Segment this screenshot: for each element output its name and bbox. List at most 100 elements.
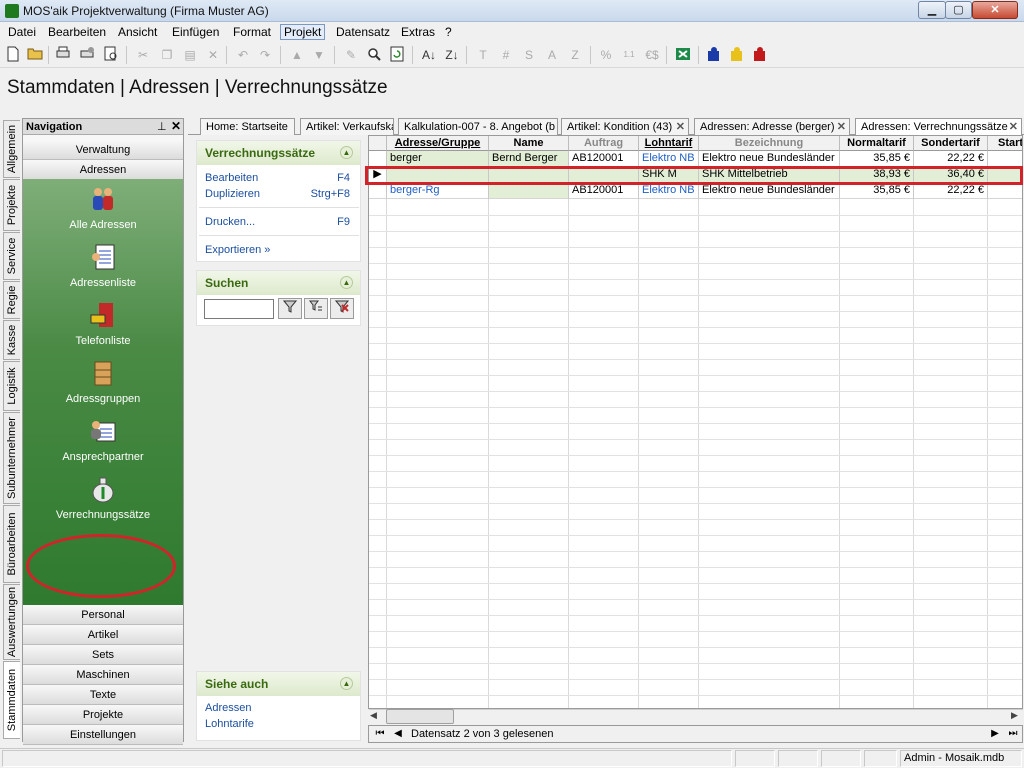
refresh-icon[interactable]: [388, 46, 406, 64]
menu-einfuegen[interactable]: Einfügen: [169, 24, 222, 40]
puzzle-blue-icon[interactable]: [705, 46, 723, 64]
redo-icon[interactable]: ↷: [256, 46, 274, 64]
nav-item-ansprechpartner[interactable]: Ansprechpartner: [23, 415, 183, 473]
filter-list-icon[interactable]: [304, 298, 328, 319]
tab-verrechnungssaetze[interactable]: Adressen: Verrechnungssätze ✕: [855, 118, 1022, 136]
column-header-auftrag[interactable]: Auftrag: [569, 136, 639, 151]
copy-icon[interactable]: ❐: [158, 46, 176, 64]
nav-group-verwaltung[interactable]: Verwaltung: [23, 140, 183, 160]
pin-icon[interactable]: ⊥: [157, 120, 167, 133]
cell-start[interactable]: [988, 151, 1022, 167]
hash-icon[interactable]: #: [497, 46, 515, 64]
side-tab-service[interactable]: Service: [3, 232, 20, 280]
delete-icon[interactable]: ✕: [204, 46, 222, 64]
horizontal-scrollbar[interactable]: [369, 709, 1023, 725]
cell-adresse[interactable]: berger-Rg: [387, 183, 489, 199]
cell-name[interactable]: [489, 183, 569, 199]
search-input[interactable]: [204, 299, 274, 319]
menu-extras[interactable]: Extras: [398, 24, 438, 40]
paste-icon[interactable]: ▤: [181, 46, 199, 64]
nav-group-projekte[interactable]: Projekte: [23, 705, 183, 725]
row-header[interactable]: [369, 183, 387, 199]
close-tab-icon[interactable]: ✕: [1009, 119, 1018, 135]
column-header-normaltarif[interactable]: Normaltarif: [840, 136, 914, 151]
percent-icon[interactable]: %: [597, 46, 615, 64]
nav-group-einstellungen[interactable]: Einstellungen: [23, 725, 183, 745]
tab-adressen-adresse[interactable]: Adressen: Adresse (berger) ✕: [694, 118, 850, 135]
nav-item-telefonliste[interactable]: Telefonliste: [23, 299, 183, 357]
nav-group-sets[interactable]: Sets: [23, 645, 183, 665]
collapse-icon[interactable]: ▲: [340, 677, 353, 690]
cell-lohntarif[interactable]: Elektro NB: [639, 183, 699, 199]
next-record-icon[interactable]: ▶: [987, 726, 1003, 742]
arrow-up-icon[interactable]: ▲: [288, 46, 306, 64]
tab-kalkulation[interactable]: Kalkulation-007 - 8. Angebot (b: [398, 118, 558, 135]
currency-icon[interactable]: €$: [643, 46, 661, 64]
cell-bezeichnung[interactable]: Elektro neue Bundesländer: [699, 183, 840, 199]
column-header-adresse[interactable]: Adresse/Gruppe: [387, 136, 489, 151]
cell-auftrag[interactable]: AB120001: [569, 151, 639, 167]
close-button[interactable]: ✕: [972, 1, 1018, 19]
menu-datensatz[interactable]: Datensatz: [333, 24, 393, 40]
close-panel-icon[interactable]: ✕: [171, 119, 181, 133]
clear-filter-icon[interactable]: [330, 298, 354, 319]
minimize-button[interactable]: ▁: [918, 1, 946, 19]
print-icon[interactable]: [54, 46, 72, 64]
column-header-sondertarif[interactable]: Sondertarif: [914, 136, 988, 151]
nav-group-maschinen[interactable]: Maschinen: [23, 665, 183, 685]
column-header-bezeichnung[interactable]: Bezeichnung: [699, 136, 840, 151]
first-record-icon[interactable]: ⏮: [372, 726, 388, 742]
menu-help[interactable]: ?: [442, 24, 455, 40]
column-header-name[interactable]: Name: [489, 136, 569, 151]
adressen-link[interactable]: Adressen: [205, 702, 251, 714]
side-tab-subunternehmer[interactable]: Subunternehmer: [3, 412, 20, 504]
column-header-start[interactable]: Start: [988, 136, 1022, 151]
print-setup-icon[interactable]: [78, 46, 96, 64]
puzzle-red-icon[interactable]: [751, 46, 769, 64]
cell-normaltarif[interactable]: 35,85 €: [840, 183, 914, 199]
nav-item-adressgruppen[interactable]: Adressgruppen: [23, 357, 183, 415]
arrow-down-icon[interactable]: ▼: [310, 46, 328, 64]
new-icon[interactable]: [4, 46, 22, 64]
maximize-button[interactable]: ▢: [945, 1, 972, 19]
drucken-link[interactable]: Drucken...: [205, 216, 255, 228]
scroll-left-icon[interactable]: ◀: [370, 710, 377, 721]
duplizieren-link[interactable]: Duplizieren: [205, 188, 260, 200]
pencil-icon[interactable]: ✎: [342, 46, 360, 64]
collapse-icon[interactable]: ▲: [340, 146, 353, 159]
sort-desc-icon[interactable]: Z↓: [443, 46, 461, 64]
cell-bezeichnung[interactable]: Elektro neue Bundesländer: [699, 151, 840, 167]
nav-item-adressenliste[interactable]: Adressenliste: [23, 241, 183, 299]
row-header[interactable]: [369, 151, 387, 167]
exportieren-link[interactable]: Exportieren »: [205, 244, 270, 256]
nav-group-adressen[interactable]: Adressen: [23, 160, 183, 180]
cell-normaltarif[interactable]: 35,85 €: [840, 151, 914, 167]
side-tab-regie[interactable]: Regie: [3, 281, 20, 319]
undo-icon[interactable]: ↶: [234, 46, 252, 64]
find-icon[interactable]: [365, 46, 383, 64]
side-tab-logistik[interactable]: Logistik: [3, 361, 20, 411]
nav-group-artikel[interactable]: Artikel: [23, 625, 183, 645]
side-tab-allgemein[interactable]: Allgemein: [3, 120, 20, 178]
bearbeiten-link[interactable]: Bearbeiten: [205, 172, 258, 184]
decimals-icon[interactable]: 1.1: [620, 46, 638, 64]
close-tab-icon[interactable]: ✕: [676, 119, 685, 135]
text-t-icon[interactable]: T: [474, 46, 492, 64]
last-record-icon[interactable]: ⏭: [1005, 726, 1021, 742]
cell-sondertarif[interactable]: 22,22 €: [914, 183, 988, 199]
menu-datei[interactable]: Datei: [5, 24, 39, 40]
scroll-right-icon[interactable]: ▶: [1011, 710, 1018, 721]
tab-artikel-kondition[interactable]: Artikel: Kondition (43) ✕: [561, 118, 689, 135]
cell-sondertarif[interactable]: 22,22 €: [914, 151, 988, 167]
side-tab-projekte[interactable]: Projekte: [3, 179, 20, 231]
nav-item-verrechnungssaetze[interactable]: Verrechnungssätze: [23, 473, 183, 531]
nav-group-personal[interactable]: Personal: [23, 605, 183, 625]
menu-ansicht[interactable]: Ansicht: [115, 24, 160, 40]
menu-bearbeiten[interactable]: Bearbeiten: [45, 24, 109, 40]
side-tab-stammdaten[interactable]: Stammdaten: [3, 661, 20, 739]
side-tab-kasse[interactable]: Kasse: [3, 320, 20, 360]
side-tab-auswertungen[interactable]: Auswertungen: [3, 584, 20, 660]
s-icon[interactable]: S: [520, 46, 538, 64]
open-icon[interactable]: [26, 46, 44, 64]
menu-projekt[interactable]: Projekt: [280, 24, 326, 40]
